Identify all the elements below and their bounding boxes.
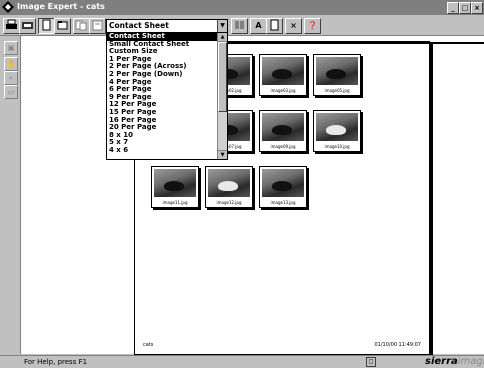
page-footer-date: 01/10/00 11:49:07: [374, 342, 421, 348]
page-footer-name: cats: [143, 342, 154, 348]
cat-photo: [316, 113, 358, 141]
scan-button[interactable]: [19, 18, 36, 34]
view-mode-dropdown: Contact Sheet Small Contact Sheet Custom S…: [106, 32, 228, 160]
app-window: Image Expert - cats _ □ × A × ❓ Contact …: [0, 0, 484, 368]
thumbnail[interactable]: image09.jpg: [259, 110, 307, 152]
paste-button[interactable]: [89, 18, 106, 34]
thumbnail-caption: image03.jpg: [270, 88, 296, 93]
crop-icon: ▭: [7, 88, 15, 96]
status-indicator-icon: ◻: [366, 357, 376, 367]
status-help-text: For Help, press F1: [24, 358, 88, 366]
thumbnail[interactable]: image11.jpg: [151, 166, 199, 208]
left-tool-bar: ▣ ✋ ⌕ ▭: [0, 36, 21, 354]
maximize-button[interactable]: □: [459, 2, 471, 14]
copy-button[interactable]: [73, 18, 90, 34]
view-mode-value: Contact Sheet: [109, 21, 169, 30]
page-view-button[interactable]: [38, 18, 55, 34]
select-icon: ▣: [7, 44, 15, 52]
app-logo-icon: [2, 1, 14, 13]
hand-tool-button[interactable]: ✋: [4, 57, 18, 71]
cat-photo: [154, 169, 196, 197]
text-button[interactable]: A: [250, 18, 267, 34]
cat-photo: [262, 113, 304, 141]
title-bar[interactable]: Image Expert - cats _ □ ×: [0, 0, 484, 15]
thumbnail[interactable]: image12.jpg: [205, 166, 253, 208]
printer-icon: [6, 19, 17, 29]
window-title: Image Expert - cats: [17, 2, 105, 11]
scroll-thumb[interactable]: [218, 42, 227, 112]
cat-shape: [164, 181, 184, 191]
status-bar: For Help, press F1 ◻ sierraimaging: [0, 355, 484, 368]
thumbnail-caption: image09.jpg: [270, 144, 296, 149]
zoom-tool-button[interactable]: ⌕: [4, 71, 18, 85]
dropdown-item[interactable]: 4 x 6: [107, 146, 217, 155]
thumbnail[interactable]: image03.jpg: [259, 54, 307, 96]
thumbnail[interactable]: image10.jpg: [313, 110, 361, 152]
crop-tool-button[interactable]: ▭: [4, 85, 18, 99]
minimize-button[interactable]: _: [447, 2, 459, 14]
print-button[interactable]: [3, 18, 20, 34]
brand-name-a: sierra: [425, 356, 458, 367]
document-icon: [270, 19, 279, 31]
cat-photo: [262, 57, 304, 85]
scroll-down-icon[interactable]: ▼: [218, 150, 227, 159]
brand-name-b: imaging: [457, 356, 484, 367]
cat-shape: [326, 125, 346, 135]
thumbnail-caption: image05.jpg: [324, 88, 350, 93]
cat-shape: [326, 69, 346, 79]
layout-button[interactable]: [231, 18, 248, 34]
dropdown-list: Contact Sheet Small Contact Sheet Custom S…: [107, 33, 227, 155]
scanner-icon: [22, 22, 33, 29]
select-tool-button[interactable]: ▣: [4, 41, 18, 55]
cat-shape: [272, 69, 292, 79]
cat-shape: [272, 125, 292, 135]
thumbnail[interactable]: image13.jpg: [259, 166, 307, 208]
cat-photo: [262, 169, 304, 197]
cat-photo: [316, 57, 358, 85]
dropdown-scrollbar[interactable]: ▲ ▼: [217, 33, 227, 159]
cat-shape: [272, 181, 292, 191]
folder-icon: [57, 21, 68, 30]
grid-icon: [235, 21, 244, 29]
help-button[interactable]: ❓: [304, 18, 321, 34]
close-button[interactable]: ×: [285, 18, 302, 34]
thumbnail-caption: image13.jpg: [270, 200, 296, 205]
thumbnail[interactable]: image05.jpg: [313, 54, 361, 96]
page-setup-button[interactable]: [266, 18, 283, 34]
paste-icon: [92, 20, 103, 31]
thumbnail-caption: image12.jpg: [216, 200, 242, 205]
zoom-icon: ⌕: [9, 74, 13, 82]
divider-line: [184, 42, 484, 44]
open-button[interactable]: [54, 18, 71, 34]
close-window-button[interactable]: ×: [471, 2, 483, 14]
hand-icon: ✋: [6, 60, 16, 68]
brand-logo: sierraimaging: [425, 356, 484, 367]
toolbar: A × ❓: [0, 15, 484, 36]
copy-icon: [75, 20, 87, 31]
scroll-up-icon[interactable]: ▲: [218, 33, 227, 42]
thumbnail-caption: image11.jpg: [162, 200, 188, 205]
thumbnail-caption: image10.jpg: [324, 144, 350, 149]
cat-photo: [208, 169, 250, 197]
view-mode-select[interactable]: Contact Sheet ▼: [106, 19, 228, 33]
cat-shape: [218, 181, 238, 191]
chevron-down-icon[interactable]: ▼: [217, 20, 227, 32]
page-icon: [42, 19, 51, 31]
